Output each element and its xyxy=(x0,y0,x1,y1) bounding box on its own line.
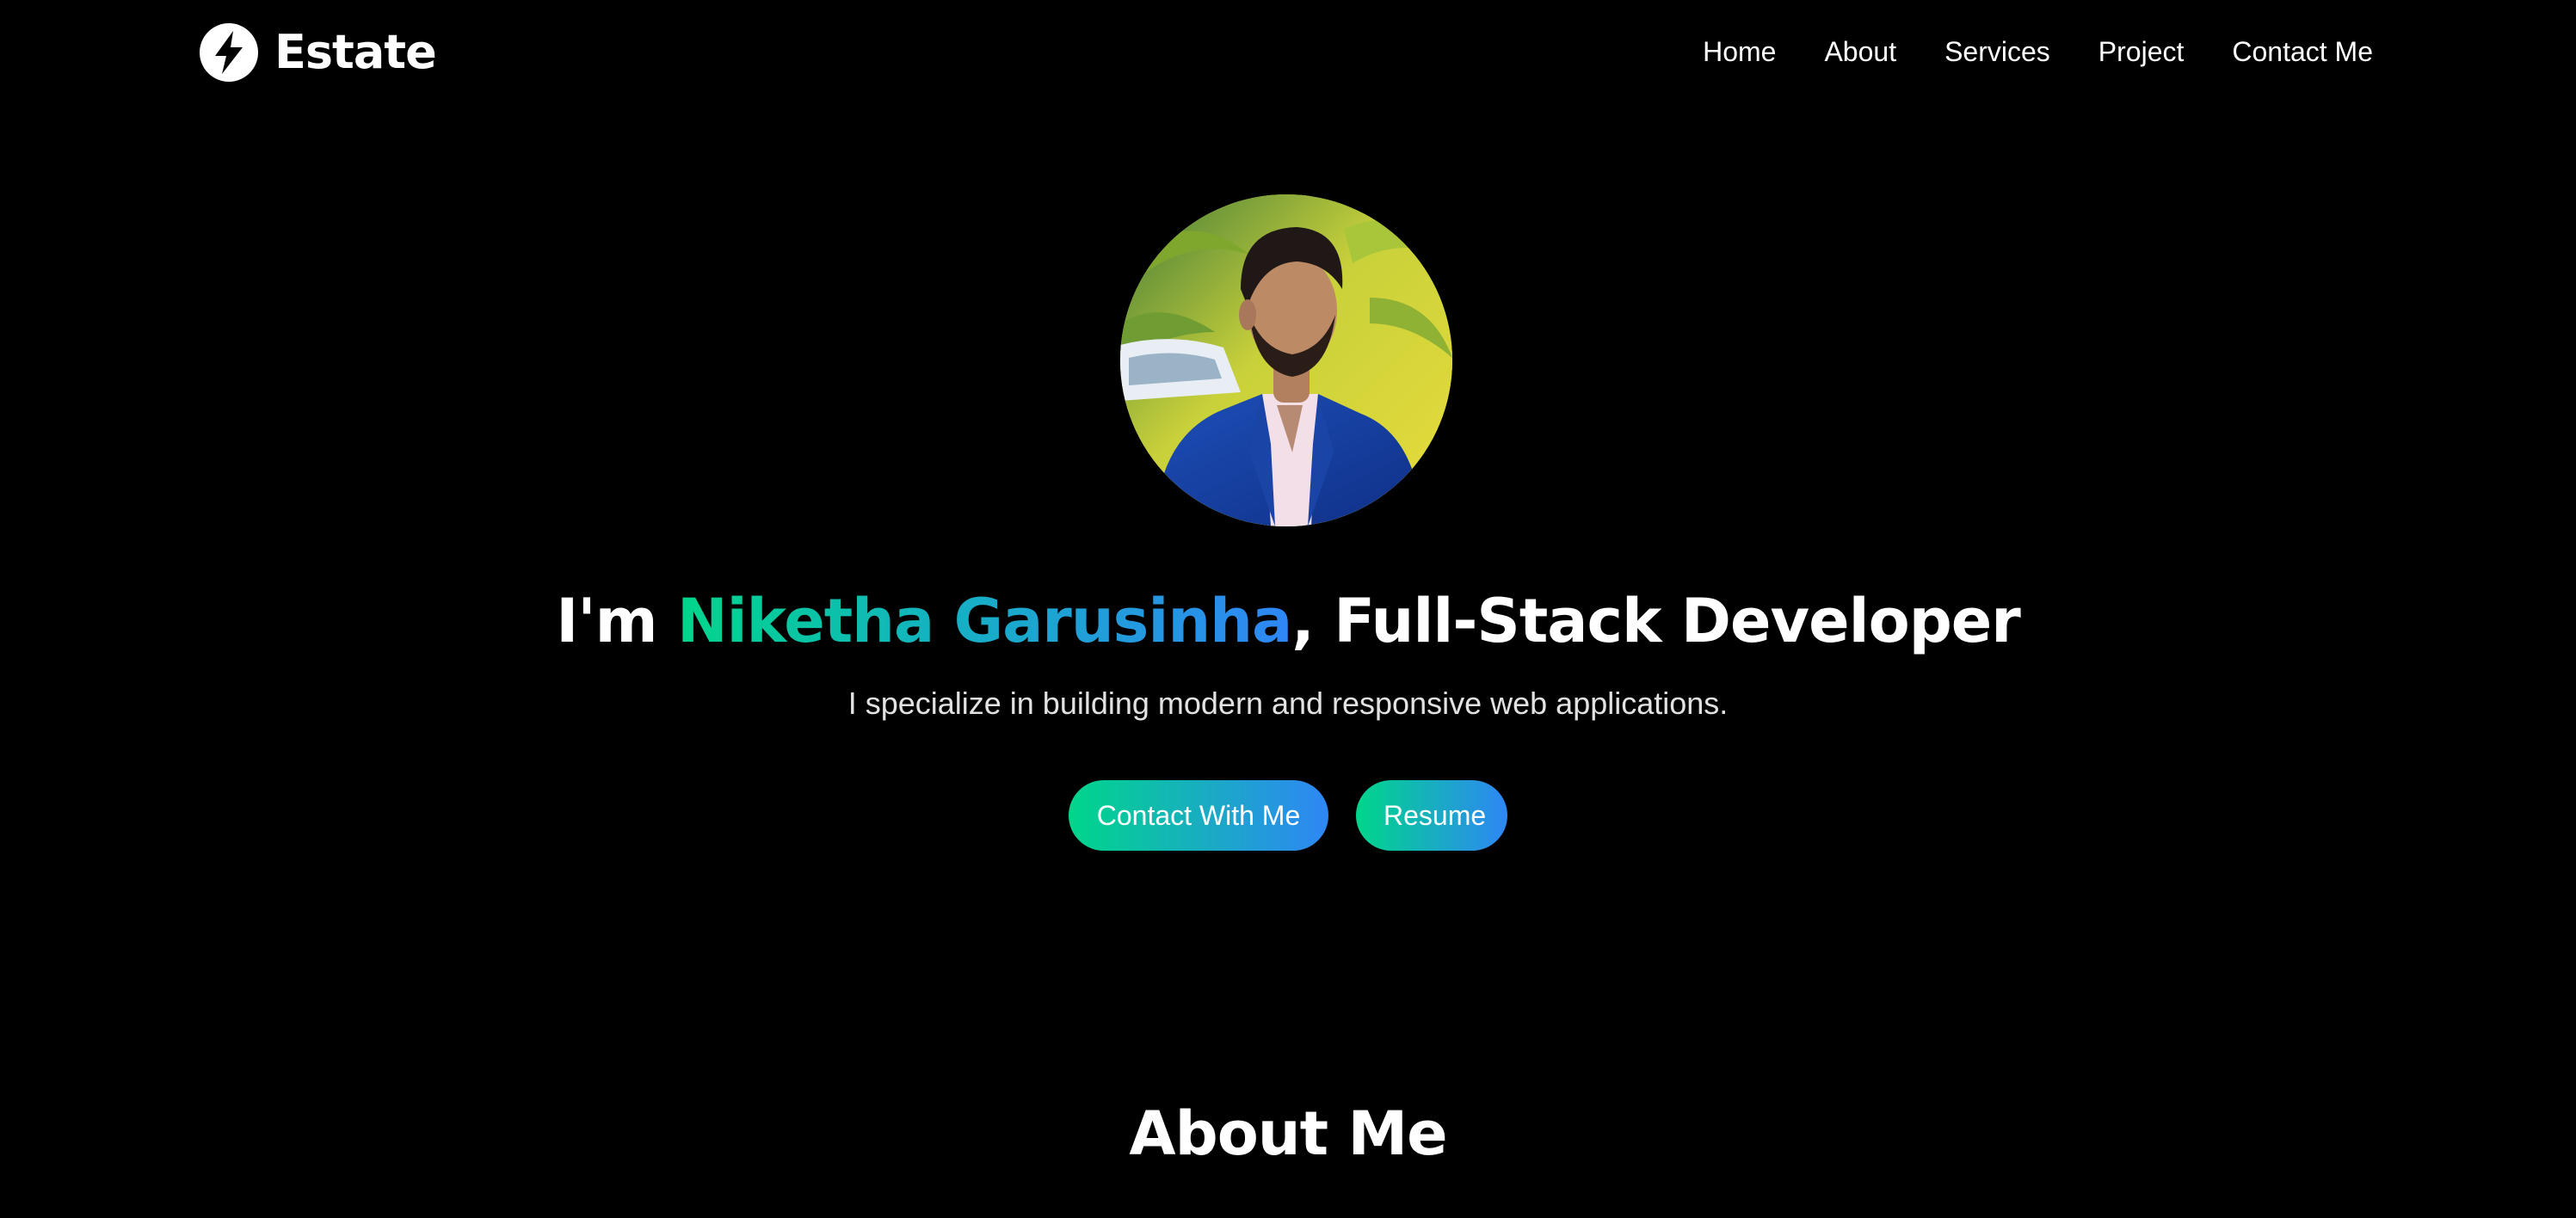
hero-subtitle: I specialize in building modern and resp… xyxy=(847,686,1729,721)
hero-buttons: Contact With Me Resume xyxy=(0,780,2576,851)
hero-name: Niketha Garusinha xyxy=(676,586,1292,656)
hero-section: I'm Niketha Garusinha, Full-Stack Develo… xyxy=(0,0,2576,946)
hero-title-prefix: I'm xyxy=(556,586,677,656)
hero-title-suffix: , Full-Stack Developer xyxy=(1291,586,2021,656)
portfolio-page: Estate Home About Services Project Conta… xyxy=(0,0,2576,1218)
profile-avatar xyxy=(1120,194,1452,526)
contact-with-me-button[interactable]: Contact With Me xyxy=(1069,780,1328,851)
resume-button[interactable]: Resume xyxy=(1356,780,1507,851)
profile-photo xyxy=(1120,194,1452,526)
about-section-title: About Me xyxy=(1129,1098,1447,1169)
hero-title: I'm Niketha Garusinha, Full-Stack Develo… xyxy=(0,578,2576,664)
